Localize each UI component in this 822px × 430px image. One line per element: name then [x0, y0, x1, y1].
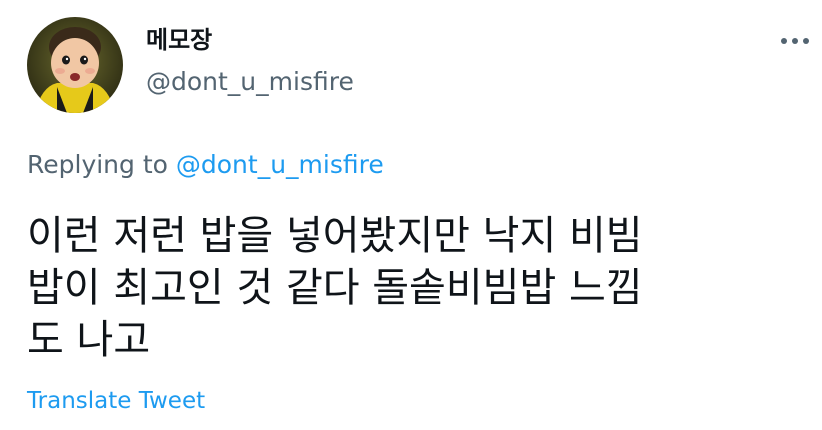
tweet-text-line: 도 나고 [27, 317, 151, 363]
more-options-button[interactable] [775, 26, 815, 56]
display-name[interactable]: 메모장 [146, 24, 212, 56]
tweet: 메모장 @dont_u_misfire Replying to @dont_u_… [0, 0, 822, 430]
reply-context: Replying to @dont_u_misfire [27, 148, 384, 182]
reply-prefix: Replying to [27, 150, 176, 179]
tweet-text-line: 밥이 최고인 것 같다 돌솥비빔밥 느낌 [27, 265, 643, 311]
avatar[interactable] [27, 17, 123, 113]
tweet-text: 이런 저런 밥을 넣어봤지만 낙지 비빔밥이 최고인 것 같다 돌솥비빔밥 느낌… [27, 210, 807, 366]
avatar-photo [27, 17, 123, 113]
translate-tweet-link[interactable]: Translate Tweet [27, 385, 205, 417]
reply-mention-link[interactable]: @dont_u_misfire [176, 150, 384, 179]
more-dots-icon [781, 38, 809, 44]
user-handle[interactable]: @dont_u_misfire [146, 66, 354, 98]
tweet-text-line: 이런 저런 밥을 넣어봤지만 낙지 비빔 [27, 213, 643, 259]
